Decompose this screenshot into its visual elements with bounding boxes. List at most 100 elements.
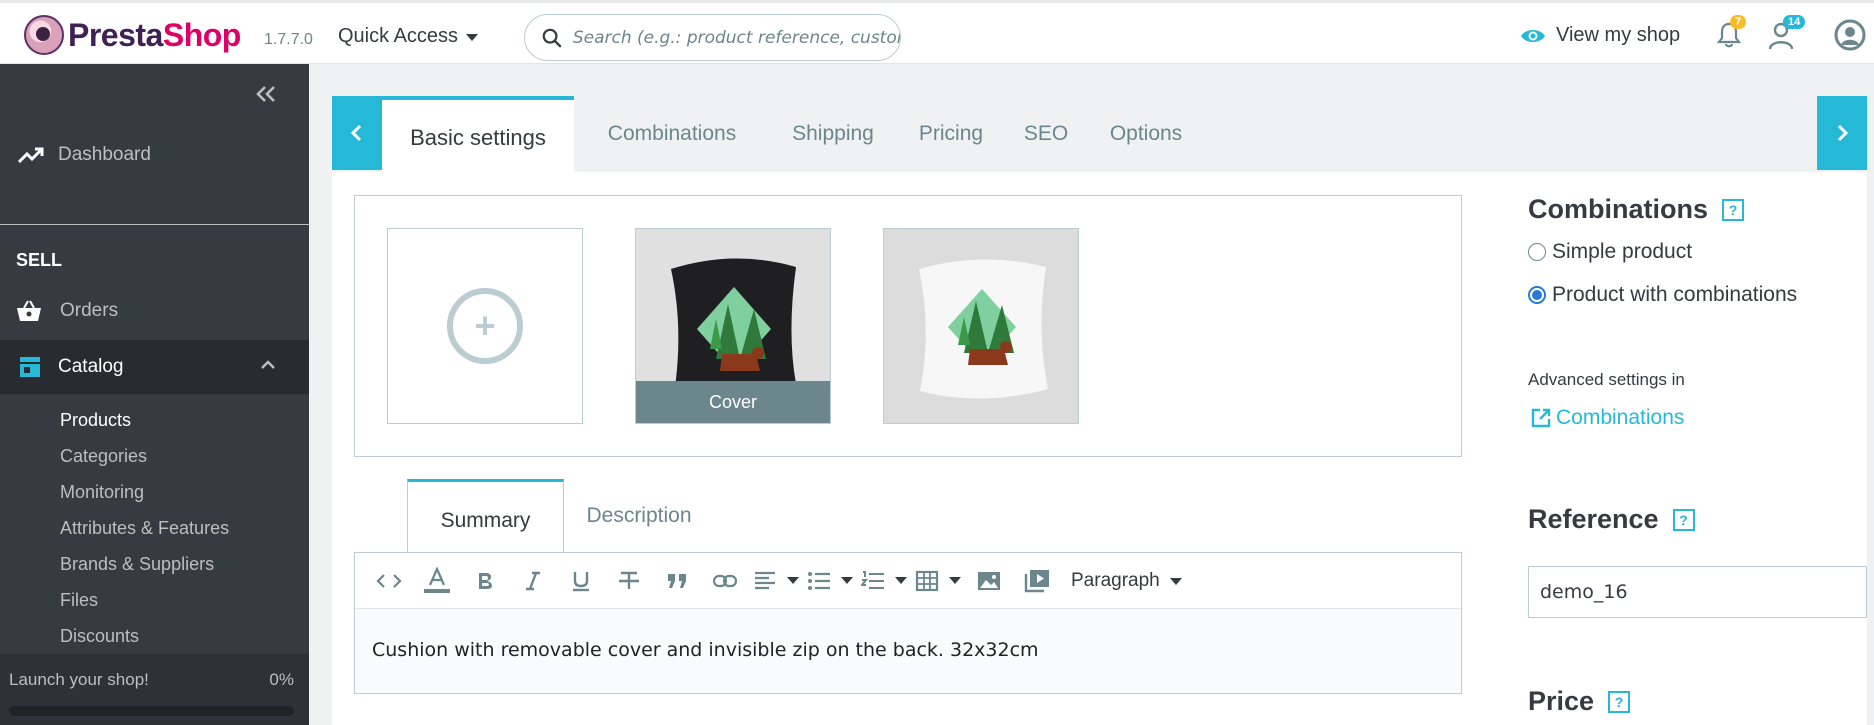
logo-text-presta: Presta bbox=[68, 16, 163, 53]
sidebar-divider bbox=[0, 224, 309, 225]
strikethrough-icon bbox=[619, 571, 639, 589]
combinations-title: Combinations bbox=[1528, 194, 1708, 224]
tab-basic-settings[interactable]: Basic settings bbox=[382, 96, 574, 172]
align-left-icon bbox=[755, 571, 775, 589]
plus-circle-icon: + bbox=[447, 288, 523, 364]
product-tabs: Basic settings Combinations Shipping Pri… bbox=[332, 96, 1867, 172]
help-icon[interactable]: ? bbox=[1672, 508, 1695, 531]
tab-combinations[interactable]: Combinations bbox=[574, 96, 770, 172]
product-image-2[interactable] bbox=[883, 228, 1079, 424]
editor-toolbar: Paragraph bbox=[355, 553, 1461, 609]
insert-video-button[interactable] bbox=[1017, 561, 1057, 601]
code-icon bbox=[376, 573, 402, 588]
sidebar-item-orders[interactable]: Orders bbox=[16, 300, 118, 322]
notifications-badge: 7 bbox=[1730, 15, 1747, 29]
tabs-scroll-right-button[interactable] bbox=[1817, 96, 1867, 170]
quick-access-label: Quick Access bbox=[338, 25, 459, 47]
caret-down-icon bbox=[949, 577, 961, 584]
tabs-scroll-left-button[interactable] bbox=[332, 96, 382, 170]
sidebar-subitem-files[interactable]: Files bbox=[60, 590, 98, 611]
link-button[interactable] bbox=[705, 561, 745, 601]
paragraph-format-dropdown[interactable]: Paragraph bbox=[1071, 570, 1182, 592]
eye-icon bbox=[1521, 29, 1545, 42]
sidebar-item-dashboard[interactable]: Dashboard bbox=[18, 144, 151, 166]
text-color-button[interactable] bbox=[417, 561, 457, 601]
bold-button[interactable] bbox=[465, 561, 505, 601]
caret-down-icon bbox=[787, 577, 799, 584]
tab-description[interactable]: Description bbox=[564, 479, 714, 553]
account-button[interactable] bbox=[1834, 19, 1866, 56]
help-icon[interactable]: ? bbox=[1608, 690, 1631, 713]
sidebar-item-label: Orders bbox=[60, 300, 119, 321]
numbered-list-dropdown[interactable] bbox=[861, 561, 907, 601]
price-title: Price bbox=[1528, 686, 1595, 716]
bullet-list-dropdown[interactable] bbox=[807, 561, 853, 601]
underline-icon bbox=[573, 571, 589, 591]
version-label: 1.7.7.0 bbox=[264, 31, 313, 48]
employees-button[interactable]: 14 bbox=[1767, 15, 1806, 56]
puffin-logo-icon bbox=[24, 15, 64, 55]
radio-button[interactable] bbox=[1528, 243, 1546, 261]
radio-button-checked[interactable] bbox=[1528, 286, 1546, 304]
sidebar-subitem-products[interactable]: Products bbox=[60, 410, 131, 431]
tab-shipping[interactable]: Shipping bbox=[770, 96, 896, 172]
paragraph-format-label: Paragraph bbox=[1071, 569, 1160, 591]
chevron-up-icon bbox=[261, 360, 275, 369]
search-box[interactable] bbox=[524, 14, 901, 61]
italic-button[interactable] bbox=[513, 561, 553, 601]
underline-button[interactable] bbox=[561, 561, 601, 601]
sidebar-item-catalog[interactable]: Catalog bbox=[0, 340, 309, 394]
launch-progress-bar bbox=[9, 706, 294, 716]
reference-title: Reference bbox=[1528, 504, 1659, 534]
store-icon bbox=[20, 357, 40, 377]
launch-shop-panel[interactable]: Launch your shop! 0% bbox=[0, 654, 309, 725]
insert-image-button[interactable] bbox=[969, 561, 1009, 601]
sidebar-subitem-attributes-features[interactable]: Attributes & Features bbox=[60, 518, 229, 539]
caret-down-icon bbox=[895, 577, 907, 584]
sidebar-section-sell: SELL bbox=[16, 250, 63, 270]
help-icon[interactable]: ? bbox=[1722, 198, 1744, 221]
search-input[interactable] bbox=[572, 27, 900, 48]
tab-pricing[interactable]: Pricing bbox=[896, 96, 1006, 172]
blockquote-button[interactable] bbox=[657, 561, 697, 601]
caret-down-icon bbox=[1169, 578, 1182, 585]
sidebar-subitem-monitoring[interactable]: Monitoring bbox=[60, 482, 144, 503]
code-view-button[interactable] bbox=[369, 561, 409, 601]
summary-editor-content[interactable]: Cushion with removable cover and invisib… bbox=[355, 609, 1461, 693]
view-my-shop-link[interactable]: View my shop bbox=[1520, 24, 1680, 47]
table-icon bbox=[915, 570, 939, 591]
caret-down-icon bbox=[841, 577, 853, 584]
sidebar-subitem-categories[interactable]: Categories bbox=[60, 446, 147, 467]
logo-text-shop: Shop bbox=[162, 16, 241, 53]
reference-input[interactable] bbox=[1528, 566, 1867, 618]
sidebar-item-label: Catalog bbox=[58, 356, 124, 377]
employees-badge: 14 bbox=[1783, 15, 1806, 29]
product-image-cover[interactable]: Cover bbox=[635, 228, 831, 424]
tab-summary[interactable]: Summary bbox=[407, 479, 564, 553]
collapse-sidebar-button[interactable] bbox=[255, 80, 277, 111]
tab-options[interactable]: Options bbox=[1086, 96, 1206, 172]
summary-editor: Paragraph Cushion with removable cover a… bbox=[354, 552, 1462, 694]
sidebar-subitem-brands-suppliers[interactable]: Brands & Suppliers bbox=[60, 554, 214, 575]
chevron-left-icon bbox=[350, 124, 362, 142]
combinations-settings-link[interactable]: Combinations bbox=[1530, 406, 1684, 430]
simple-product-radio[interactable]: Simple product bbox=[1528, 240, 1692, 264]
chevron-right-icon bbox=[1837, 124, 1849, 142]
link-icon bbox=[712, 574, 738, 587]
double-chevron-left-icon bbox=[256, 86, 275, 102]
quote-icon bbox=[668, 573, 686, 588]
quick-access-dropdown[interactable]: Quick Access bbox=[338, 25, 479, 48]
table-dropdown[interactable] bbox=[915, 561, 961, 601]
prestashop-logo[interactable]: PrestaShop bbox=[24, 15, 241, 55]
advanced-settings-label: Advanced settings in bbox=[1528, 370, 1685, 389]
product-with-combinations-radio[interactable]: Product with combinations bbox=[1528, 283, 1797, 307]
add-image-button[interactable]: + bbox=[387, 228, 583, 424]
basic-settings-panel: + Cover Summary Description Paragraph Cu… bbox=[332, 172, 1867, 725]
price-heading: Price ? bbox=[1528, 686, 1631, 717]
sidebar: Dashboard SELL Orders Catalog Products C… bbox=[0, 64, 309, 725]
strikethrough-button[interactable] bbox=[609, 561, 649, 601]
align-dropdown[interactable] bbox=[753, 561, 799, 601]
tab-seo[interactable]: SEO bbox=[1006, 96, 1086, 172]
sidebar-subitem-discounts[interactable]: Discounts bbox=[60, 626, 139, 647]
notifications-button[interactable]: 7 bbox=[1716, 15, 1747, 54]
